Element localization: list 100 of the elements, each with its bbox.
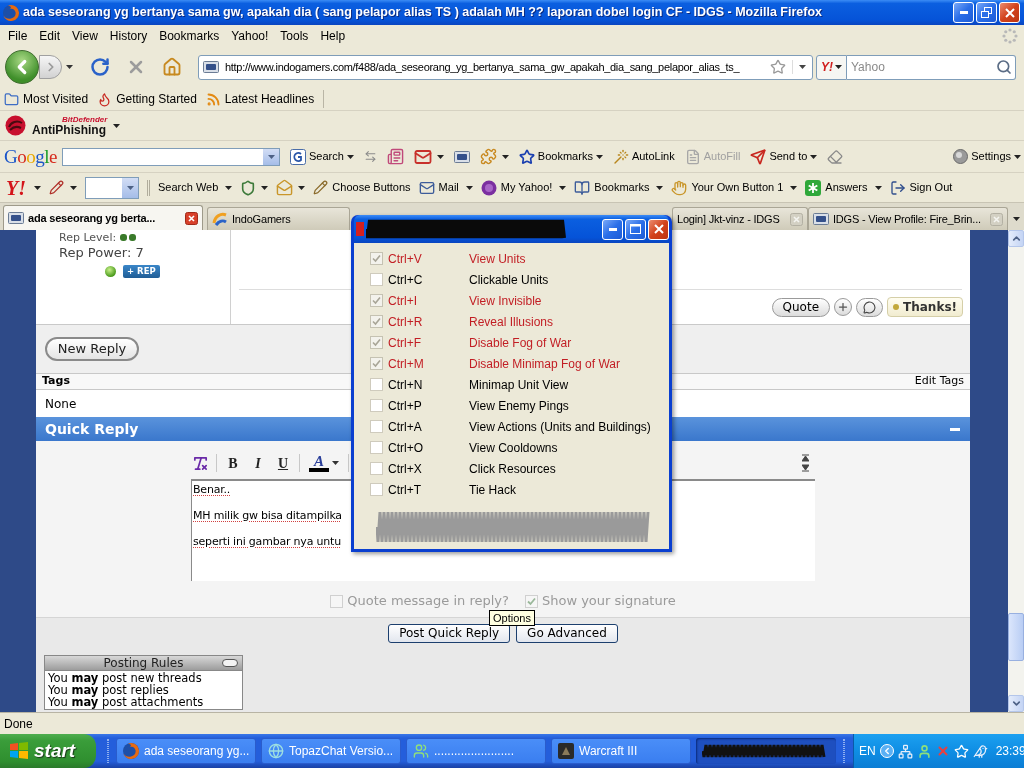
edit-tags-link[interactable]: Edit Tags [914, 373, 964, 390]
caret-icon[interactable] [595, 154, 603, 159]
caret-icon[interactable] [436, 154, 444, 159]
network-icon[interactable] [897, 743, 913, 759]
dropdown-button[interactable] [263, 148, 279, 165]
toolbar-button[interactable]: Bookmarks [518, 148, 603, 165]
toolbar-button[interactable]: Mail [418, 179, 473, 196]
toolbar-button[interactable]: Answers [805, 179, 882, 196]
bookmark-item[interactable]: Latest Headlines [205, 90, 315, 108]
taskbar-button[interactable] [696, 738, 836, 764]
caret-icon[interactable] [66, 65, 73, 69]
menu-item[interactable]: View [66, 26, 104, 45]
menu-item[interactable]: Tools [274, 26, 315, 45]
caret-icon[interactable] [501, 154, 509, 159]
back-button[interactable] [5, 50, 39, 84]
taskbar-button[interactable]: ........................ [406, 738, 546, 764]
scroll-up-button[interactable] [1008, 230, 1024, 247]
home-icon[interactable] [162, 57, 182, 77]
browser-tab[interactable]: IndoGamers [207, 207, 350, 230]
caret-icon[interactable] [1014, 154, 1021, 159]
search-engine-button[interactable]: Y! [816, 54, 847, 80]
caret-icon[interactable] [113, 123, 121, 128]
toolbar-button[interactable]: Search Web [158, 179, 233, 196]
shield-icon[interactable] [240, 179, 257, 196]
caret-icon[interactable] [298, 185, 306, 190]
bird-icon[interactable] [972, 743, 988, 759]
menu-item[interactable]: History [103, 26, 154, 45]
taskbar-button[interactable]: ada seseorang yg... [116, 738, 256, 764]
caret-icon[interactable] [874, 185, 882, 190]
start-button[interactable]: start [0, 734, 96, 768]
address-field[interactable]: http://www.indogamers.com/f488/ada_seseorang_yg_bertanya_sama_gw_apakah_dia_sang_pelapor_alias_ts_ [198, 54, 813, 80]
caret-icon[interactable] [70, 185, 77, 190]
browser-tab[interactable]: ada seseorang yg berta... [3, 205, 203, 230]
bookmark-item[interactable]: Getting Started [97, 90, 197, 108]
new-reply-button[interactable]: New Reply [45, 337, 139, 361]
checkbox[interactable] [370, 294, 383, 307]
user-icon[interactable] [916, 743, 932, 759]
menu-item[interactable]: Edit [33, 26, 67, 45]
menu-item[interactable]: File [2, 26, 34, 45]
toolbar-button[interactable]: Sign Out [889, 179, 953, 196]
text-color-button[interactable]: A [307, 454, 341, 472]
checkbox[interactable] [370, 462, 383, 475]
checkbox[interactable] [370, 483, 383, 496]
rep-button[interactable]: + REP [123, 265, 160, 278]
browser-tab[interactable]: IDGS - View Profile: Fire_Brin... [808, 207, 1008, 230]
close-button[interactable] [999, 2, 1020, 23]
caret-icon[interactable] [332, 461, 339, 465]
caret-icon[interactable] [790, 185, 798, 190]
toolbar-button[interactable]: My Yahoo! [480, 179, 567, 196]
thanks-button[interactable]: Thanks! [887, 297, 963, 317]
search-field[interactable] [62, 147, 280, 166]
caret-icon[interactable] [261, 185, 269, 190]
caret-icon[interactable] [225, 185, 233, 190]
remove-formatting-icon[interactable] [192, 454, 209, 472]
resize-arrows-icon[interactable] [802, 454, 809, 472]
caret-icon[interactable] [810, 154, 818, 159]
toolbar-button[interactable]: Choose Buttons [313, 179, 411, 196]
quote-button[interactable]: Quote [771, 297, 831, 317]
checkbox[interactable] [370, 420, 383, 433]
caret-icon[interactable] [34, 185, 41, 190]
settings-button[interactable]: Settings [953, 148, 1021, 165]
collapse-icon[interactable] [950, 427, 960, 431]
multi-quote-button[interactable] [834, 298, 853, 316]
checkbox[interactable] [370, 315, 383, 328]
minimize-button[interactable] [602, 218, 623, 240]
taskbar-button[interactable]: Warcraft III [551, 738, 691, 764]
form-button[interactable]: Go Advanced [516, 624, 618, 643]
maximize-button[interactable] [625, 218, 646, 240]
quick-reply-button[interactable] [856, 297, 884, 317]
star-icon[interactable] [953, 743, 969, 759]
checkbox[interactable] [370, 273, 383, 286]
toolbar-button[interactable]: Your Own Button 1 [671, 179, 798, 196]
reload-icon[interactable] [90, 57, 110, 77]
toolbar-button[interactable]: Bookmarks [574, 179, 664, 196]
scroll-down-button[interactable] [1008, 695, 1024, 712]
menu-item[interactable]: Help [314, 26, 352, 45]
caret-icon[interactable] [799, 65, 806, 69]
close-tab-icon[interactable] [185, 211, 198, 225]
caret-icon[interactable] [465, 185, 473, 190]
toolbar-button[interactable]: Send to [750, 148, 818, 165]
caret-icon[interactable] [656, 185, 664, 190]
toolbar-button[interactable]: Search [290, 148, 354, 165]
bookmark-star-icon[interactable] [770, 59, 786, 75]
taskbar-button[interactable]: TopazChat Versio... [261, 738, 401, 764]
menu-item[interactable]: Yahoo! [225, 26, 275, 45]
caret-icon[interactable] [559, 185, 567, 190]
eraser-icon[interactable] [827, 148, 844, 165]
minimize-button[interactable] [953, 2, 974, 23]
collapse-toggle-icon[interactable] [222, 659, 238, 667]
scrollbar-thumb[interactable] [1008, 613, 1024, 661]
checkbox[interactable] [370, 378, 383, 391]
caret-icon[interactable] [1012, 216, 1020, 221]
format-button[interactable]: I [249, 453, 267, 473]
browser-tab[interactable]: Login] Jkt-vinz - IDGS [672, 207, 808, 230]
caret-icon[interactable] [346, 154, 354, 159]
format-button[interactable]: U [274, 453, 292, 473]
bookmark-item[interactable]: Most Visited [4, 90, 89, 108]
checkbox[interactable] [370, 357, 383, 370]
caret-icon[interactable] [835, 65, 842, 69]
tray-expand-button[interactable] [879, 744, 894, 758]
